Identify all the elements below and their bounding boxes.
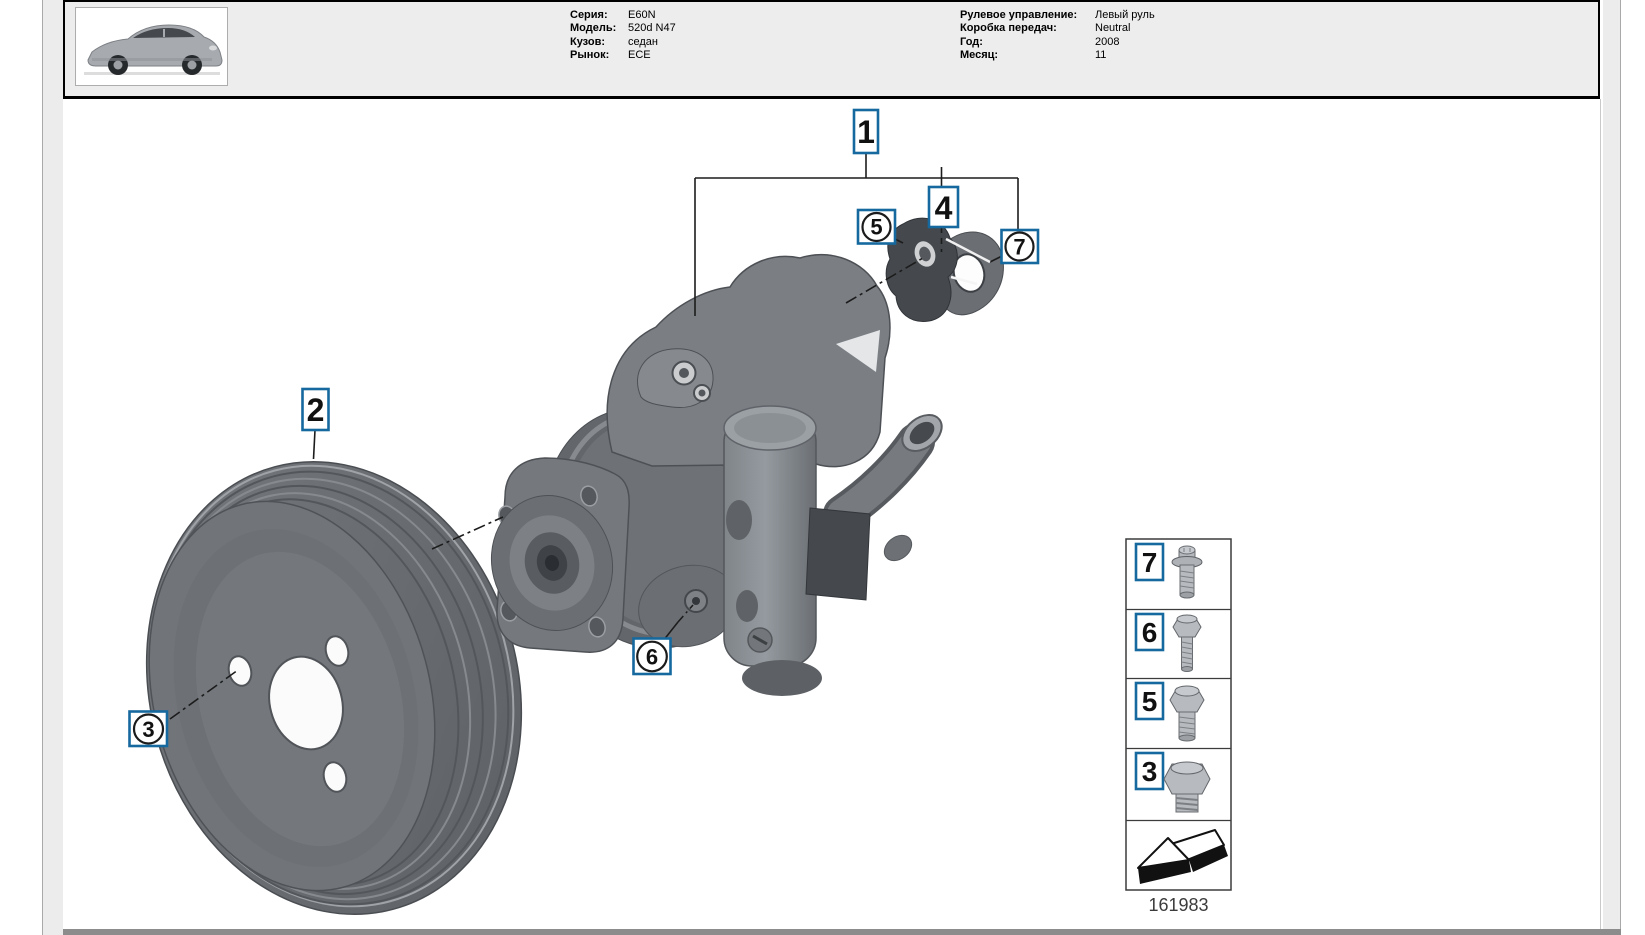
fastener-legend-table: 7 6 5 3 161983: [1125, 538, 1232, 915]
pulley-illustration: [145, 460, 523, 916]
parts-catalog-page: Серия: E60N Модель: 520d N47 Кузов: седа…: [0, 0, 1645, 935]
callout-1[interactable]: 1: [852, 108, 880, 155]
callout-6-label: 6: [646, 645, 658, 670]
info-value: 11: [1095, 49, 1107, 62]
parts-diagram: 1 2 3 4 5 6 7 7 6 5 3 161983: [63, 99, 1600, 929]
info-label: Месяц:: [960, 49, 999, 62]
callout-4-label: 4: [935, 190, 953, 226]
info-label: Год:: [960, 35, 983, 48]
info-value: 520d N47: [628, 22, 676, 35]
info-value: седан: [628, 35, 658, 48]
legend-number-5: 5: [1142, 686, 1158, 717]
drawing-number: 161983: [1148, 895, 1208, 915]
info-label: Модель:: [570, 22, 617, 35]
legend-number-3: 3: [1142, 756, 1158, 787]
callout-5-label: 5: [870, 215, 882, 240]
vehicle-info-column-1: Серия: E60N Модель: 520d N47 Кузов: седа…: [570, 9, 676, 63]
power-steering-pump-illustration: [490, 254, 943, 696]
info-value: ECE: [628, 49, 651, 62]
callout-7-label: 7: [1013, 235, 1025, 260]
info-label: Рулевое управление:: [960, 9, 1078, 21]
info-value: 2008: [1095, 35, 1120, 48]
bmw-sedan-icon: [84, 24, 223, 75]
exploded-view-drawing: 1 2 3 4 5 6 7 7 6 5 3 161983: [128, 108, 1232, 916]
info-value: E60N: [628, 9, 656, 21]
info-value: Neutral: [1095, 22, 1131, 35]
callout-1-label: 1: [857, 114, 875, 150]
callout-5[interactable]: 5: [856, 208, 897, 245]
horizontal-scrollbar[interactable]: [63, 929, 1621, 935]
vehicle-info-column-2: Рулевое управление: Левый руль Коробка п…: [960, 9, 1155, 63]
legend-number-6: 6: [1142, 617, 1158, 648]
info-label: Коробка передач:: [960, 22, 1057, 35]
right-gutter: [1603, 0, 1621, 935]
info-label: Кузов:: [570, 35, 606, 48]
legend-number-7: 7: [1142, 547, 1158, 578]
callout-7[interactable]: 7: [1000, 228, 1040, 265]
left-gutter: [42, 0, 64, 935]
info-label: Рынок:: [570, 49, 610, 62]
diagram-right-border: [1600, 99, 1601, 929]
callout-3[interactable]: 3: [128, 710, 169, 748]
callout-6[interactable]: 6: [632, 637, 672, 676]
mounting-bracket-illustration: [885, 217, 1004, 322]
info-label: Серия:: [570, 9, 608, 21]
callout-4[interactable]: 4: [927, 185, 960, 229]
callout-3-label: 3: [142, 717, 154, 742]
info-value: Левый руль: [1095, 9, 1155, 21]
callout-2[interactable]: 2: [301, 387, 330, 432]
vehicle-info-header: Серия: E60N Модель: 520d N47 Кузов: седа…: [63, 0, 1600, 99]
callout-2-label: 2: [307, 392, 325, 428]
vehicle-thumbnail: [75, 7, 228, 86]
